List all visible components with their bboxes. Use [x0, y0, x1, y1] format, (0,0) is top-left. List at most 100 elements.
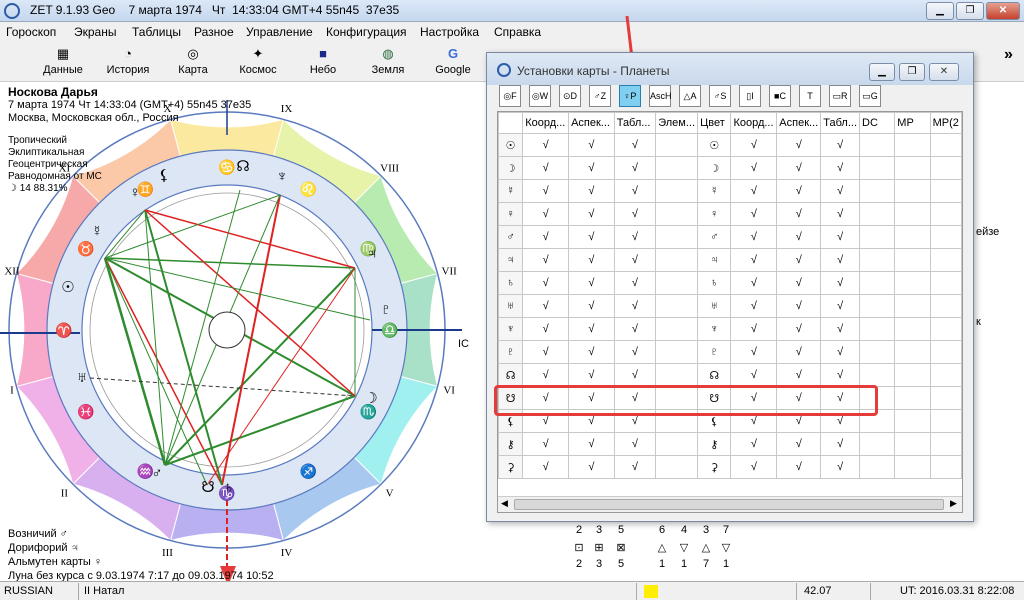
grid-cell[interactable]	[655, 340, 699, 364]
grid-cell[interactable]	[894, 294, 931, 318]
grid-cell[interactable]	[894, 317, 931, 341]
grid-cell[interactable]	[929, 133, 962, 157]
grid-cell[interactable]: √	[776, 202, 822, 226]
grid-cell[interactable]: √	[568, 248, 615, 272]
grid-cell[interactable]: √	[522, 271, 570, 295]
grid-cell[interactable]: √	[820, 455, 861, 479]
grid-cell[interactable]: √	[613, 248, 657, 272]
grid-column-header[interactable]: Элем...	[655, 112, 699, 134]
grid-cell[interactable]	[859, 156, 896, 180]
grid-cell[interactable]	[655, 432, 699, 456]
grid-cell[interactable]	[894, 432, 931, 456]
grid-cell[interactable]: √	[820, 432, 861, 456]
grid-cell[interactable]	[929, 409, 962, 433]
grid-cell[interactable]	[894, 248, 931, 272]
grid-column-header[interactable]: Цвет	[697, 112, 732, 134]
grid-cell[interactable]	[894, 225, 931, 249]
grid-cell[interactable]: √	[613, 363, 657, 387]
grid-cell[interactable]	[859, 133, 896, 157]
grid-cell[interactable]	[929, 225, 962, 249]
grid-cell[interactable]: √	[522, 294, 570, 318]
horizontal-scrollbar[interactable]: ◀ ▶	[498, 496, 962, 512]
grid-cell[interactable]: √	[522, 455, 570, 479]
dialog-tab-i-icon[interactable]: ▯I	[739, 85, 761, 107]
grid-cell[interactable]	[894, 386, 931, 410]
scroll-thumb[interactable]	[514, 499, 944, 510]
grid-cell[interactable]	[859, 179, 896, 203]
dialog-close-button[interactable]: ✕	[929, 63, 959, 81]
grid-cell[interactable]	[929, 248, 962, 272]
grid-cell[interactable]	[859, 271, 896, 295]
dialog-tab-z-icon[interactable]: ♂Z	[589, 85, 611, 107]
grid-cell[interactable]: √	[730, 225, 778, 249]
grid-cell[interactable]: √	[776, 225, 822, 249]
grid-cell[interactable]: √	[776, 156, 822, 180]
grid-cell[interactable]: √	[568, 455, 615, 479]
grid-cell[interactable]: √	[730, 202, 778, 226]
grid-cell[interactable]: √	[820, 317, 861, 341]
grid-cell[interactable]: √	[522, 179, 570, 203]
grid-cell[interactable]: √	[568, 317, 615, 341]
grid-cell[interactable]	[894, 363, 931, 387]
grid-cell[interactable]: √	[820, 156, 861, 180]
grid-cell[interactable]	[894, 455, 931, 479]
grid-cell[interactable]: √	[730, 455, 778, 479]
grid-cell[interactable]: √	[522, 432, 570, 456]
grid-cell[interactable]: √	[730, 179, 778, 203]
grid-cell[interactable]: √	[613, 179, 657, 203]
grid-cell[interactable]: √	[568, 156, 615, 180]
grid-cell[interactable]: ♃	[697, 248, 732, 272]
grid-cell[interactable]: √	[522, 133, 570, 157]
dialog-maximize-button[interactable]: ❐	[899, 63, 925, 81]
grid-cell[interactable]: ☉	[697, 133, 732, 157]
grid-cell[interactable]: √	[568, 179, 615, 203]
grid-cell[interactable]: √	[730, 133, 778, 157]
grid-cell[interactable]: ♂	[697, 225, 732, 249]
grid-cell[interactable]: √	[613, 271, 657, 295]
grid-cell[interactable]: √	[522, 363, 570, 387]
grid-cell[interactable]	[655, 363, 699, 387]
grid-cell[interactable]: √	[776, 455, 822, 479]
grid-cell[interactable]: √	[522, 202, 570, 226]
grid-column-header[interactable]: MP	[894, 112, 931, 134]
dialog-tab-p-icon[interactable]: ♀P	[619, 85, 641, 107]
grid-cell[interactable]	[929, 340, 962, 364]
grid-cell[interactable]: √	[730, 271, 778, 295]
grid-cell[interactable]: √	[776, 340, 822, 364]
grid-cell[interactable]	[929, 179, 962, 203]
grid-cell[interactable]: √	[613, 225, 657, 249]
grid-cell[interactable]: √	[568, 271, 615, 295]
grid-cell[interactable]: √	[730, 294, 778, 318]
grid-cell[interactable]: ♆	[697, 317, 732, 341]
grid-cell[interactable]: √	[820, 133, 861, 157]
grid-cell[interactable]: √	[613, 432, 657, 456]
grid-cell[interactable]: ♇	[697, 340, 732, 364]
grid-cell[interactable]: ♄	[697, 271, 732, 295]
grid-cell[interactable]	[655, 294, 699, 318]
grid-cell[interactable]	[929, 386, 962, 410]
grid-cell[interactable]	[929, 455, 962, 479]
scroll-right-icon[interactable]: ▶	[950, 498, 957, 509]
grid-cell[interactable]: √	[613, 133, 657, 157]
grid-cell[interactable]	[894, 340, 931, 364]
grid-cell[interactable]	[859, 340, 896, 364]
grid-cell[interactable]	[655, 248, 699, 272]
dialog-tab-t-icon[interactable]: T	[799, 85, 821, 107]
grid-cell[interactable]: √	[730, 248, 778, 272]
grid-cell[interactable]	[929, 156, 962, 180]
dialog-minimize-button[interactable]: ▁	[869, 63, 895, 81]
grid-cell[interactable]	[655, 202, 699, 226]
grid-cell[interactable]	[655, 455, 699, 479]
grid-cell[interactable]: √	[776, 294, 822, 318]
grid-cell[interactable]	[655, 271, 699, 295]
grid-column-header[interactable]: Табл...	[820, 112, 861, 134]
grid-cell[interactable]: √	[730, 340, 778, 364]
dialog-tab-r-icon[interactable]: ▭R	[829, 85, 851, 107]
grid-column-header[interactable]: Коорд...	[730, 112, 778, 134]
grid-cell[interactable]	[655, 317, 699, 341]
grid-cell[interactable]: √	[730, 363, 778, 387]
grid-column-header[interactable]: Табл...	[613, 112, 657, 134]
dialog-tab-c-icon[interactable]: ■C	[769, 85, 791, 107]
grid-cell[interactable]: √	[568, 294, 615, 318]
dialog-tab-g-icon[interactable]: ▭G	[859, 85, 881, 107]
